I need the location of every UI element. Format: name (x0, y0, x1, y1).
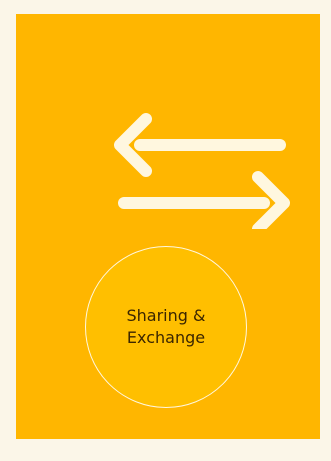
page-canvas: Sharing & Exchange (0, 0, 331, 461)
sharing-exchange-circle[interactable]: Sharing & Exchange (85, 246, 247, 408)
swap-horizontal-arrows-icon (114, 113, 290, 229)
sharing-exchange-card[interactable]: Sharing & Exchange (16, 14, 320, 439)
sharing-exchange-label: Sharing & Exchange (126, 306, 206, 347)
